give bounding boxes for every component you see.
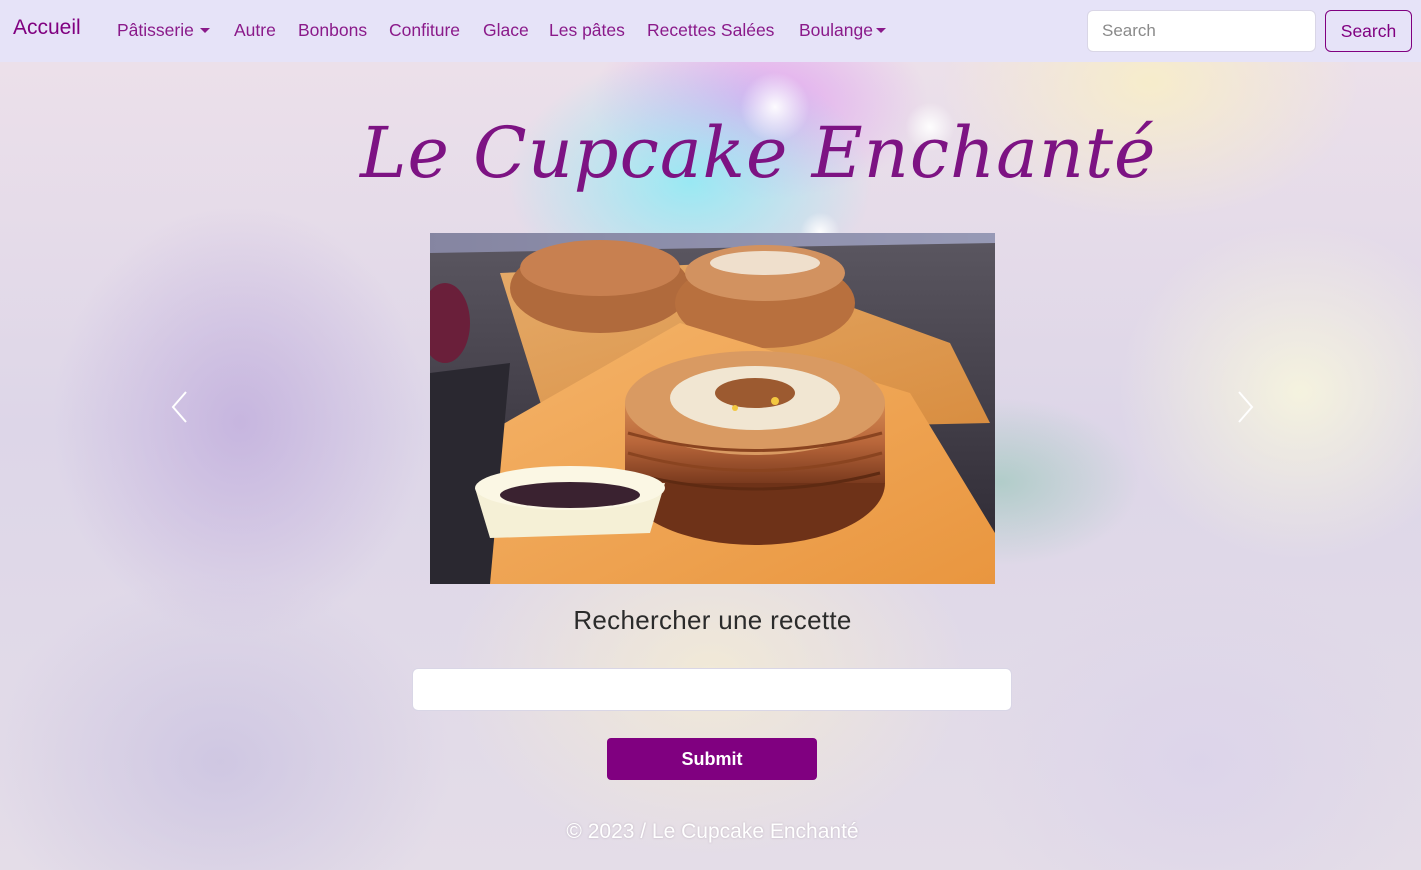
caret-down-icon	[199, 28, 210, 33]
nav-item-patisserie[interactable]: Pâtisserie	[117, 20, 210, 41]
nav-item-autre[interactable]: Autre	[234, 20, 276, 41]
top-navbar: Accueil Pâtisserie Autre Bonbons Confitu…	[0, 0, 1421, 62]
recipe-search-heading: Rechercher une recette	[573, 605, 852, 635]
nav-item-bonbons[interactable]: Bonbons	[298, 20, 367, 41]
navbar-search-button[interactable]: Search	[1325, 10, 1412, 52]
cronut-pastry-photo	[430, 233, 995, 584]
chevron-right-icon	[1238, 391, 1254, 423]
recipe-search-input[interactable]	[412, 668, 1012, 711]
submit-button[interactable]: Submit	[607, 738, 817, 780]
nav-item-boulange[interactable]: Boulange	[799, 20, 886, 41]
caret-down-icon	[875, 28, 886, 33]
carousel-next-button[interactable]	[1233, 390, 1257, 424]
footer-copyright: © 2023 / Le Cupcake Enchanté	[566, 820, 859, 843]
site-title: Le Cupcake Enchanté	[360, 112, 1157, 194]
nav-item-glace[interactable]: Glace	[483, 20, 529, 41]
nav-item-label: Boulange	[799, 20, 873, 40]
navbar-search-input[interactable]	[1087, 10, 1316, 52]
nav-item-label: Pâtisserie	[117, 20, 194, 40]
nav-item-recettes-salees[interactable]: Recettes Salées	[647, 20, 774, 41]
brand-link-home[interactable]: Accueil	[13, 16, 81, 40]
nav-item-confiture[interactable]: Confiture	[389, 20, 460, 41]
carousel-prev-button[interactable]	[168, 390, 192, 424]
chevron-left-icon	[171, 391, 187, 423]
nav-item-les-pates[interactable]: Les pâtes	[549, 20, 625, 41]
carousel-slide	[430, 233, 995, 584]
